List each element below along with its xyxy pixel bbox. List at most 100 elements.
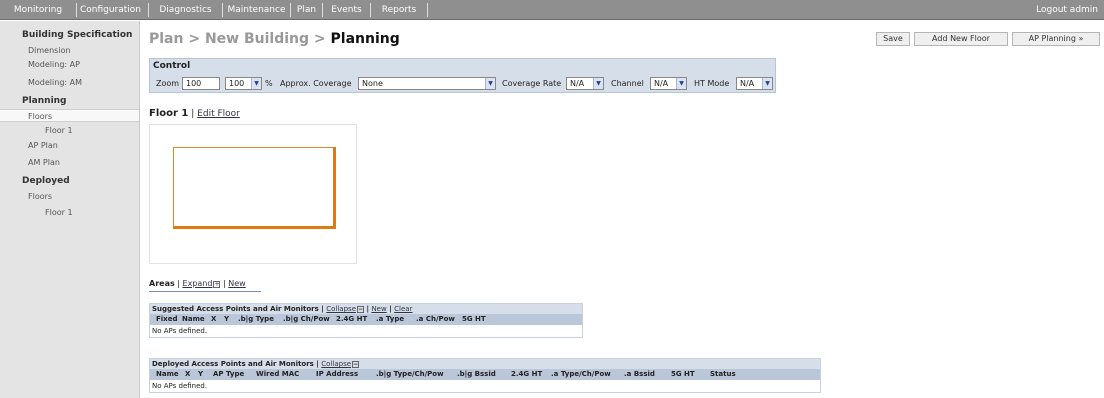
zoom-select[interactable]: 100 ▼ xyxy=(225,77,262,90)
breadcrumb-separator: > xyxy=(183,31,205,47)
sidebar-item-floors[interactable]: Floors xyxy=(0,109,139,122)
chevron-down-icon: ▼ xyxy=(593,78,603,89)
edit-floor-link[interactable]: Edit Floor xyxy=(197,109,240,119)
channel-label: Channel xyxy=(611,79,644,88)
sidebar-item-modeling-am[interactable]: Modeling: AM xyxy=(0,76,139,89)
nav-monitoring[interactable]: Monitoring xyxy=(0,3,76,17)
column-header[interactable]: X xyxy=(211,314,216,325)
column-header[interactable]: IP Address xyxy=(316,369,358,380)
suggested-ap-table: Suggested Access Points and Air Monitors… xyxy=(149,303,583,338)
percent-label: % xyxy=(265,79,273,88)
areas-title: Areas xyxy=(149,279,175,288)
divider xyxy=(149,291,261,292)
breadcrumb-new-building[interactable]: New Building xyxy=(205,31,309,47)
column-header[interactable]: AP Type xyxy=(213,369,244,380)
breadcrumb-plan[interactable]: Plan xyxy=(149,31,183,47)
column-header[interactable]: Fixed xyxy=(156,314,177,325)
new-ap-link[interactable]: New xyxy=(371,305,386,313)
suggested-ap-title-bar: Suggested Access Points and Air Monitors… xyxy=(150,304,582,314)
collapse-icon[interactable]: − xyxy=(352,361,360,368)
sidebar: Building Specification Dimension Modelin… xyxy=(0,21,140,398)
floor-heading: Floor 1 | Edit Floor xyxy=(149,108,240,119)
suggested-ap-title: Suggested Access Points and Air Monitors xyxy=(152,305,319,313)
nav-diagnostics[interactable]: Diagnostics xyxy=(148,3,222,17)
column-header[interactable]: 2.4G HT xyxy=(336,314,367,325)
ap-planning-button[interactable]: AP Planning » xyxy=(1012,32,1100,46)
nav-reports[interactable]: Reports xyxy=(370,3,428,17)
sidebar-item-am-plan[interactable]: AM Plan xyxy=(0,156,139,169)
floor-outline[interactable] xyxy=(173,147,336,229)
column-header[interactable]: .b|g Ch/Pow xyxy=(283,314,330,325)
nav-plan[interactable]: Plan xyxy=(290,3,322,17)
zoom-input[interactable]: 100 xyxy=(182,77,220,90)
separator: | xyxy=(321,305,324,313)
column-header[interactable]: .a Type/Ch/Pow xyxy=(551,369,611,380)
column-header[interactable]: .b|g Type xyxy=(238,314,274,325)
add-new-floor-button[interactable]: Add New Floor xyxy=(914,32,1008,46)
expand-link[interactable]: Expand xyxy=(183,279,213,288)
column-header[interactable]: .a Type xyxy=(376,314,404,325)
sidebar-item-floor-1[interactable]: Floor 1 xyxy=(0,124,139,137)
expand-icon[interactable]: + xyxy=(213,281,221,288)
control-title: Control xyxy=(153,61,191,71)
sidebar-heading-planning[interactable]: Planning xyxy=(22,96,67,106)
column-header[interactable]: 5G HT xyxy=(671,369,695,380)
collapse-link[interactable]: Collapse xyxy=(321,360,351,368)
new-area-link[interactable]: New xyxy=(228,279,245,288)
column-header[interactable]: 2.4G HT xyxy=(511,369,542,380)
deployed-ap-table: Deployed Access Points and Air Monitors … xyxy=(149,358,821,393)
sidebar-item-modeling-ap[interactable]: Modeling: AP xyxy=(0,58,139,71)
floor-canvas[interactable] xyxy=(149,124,357,264)
column-header[interactable]: .b|g Type/Ch/Pow xyxy=(376,369,444,380)
separator: | xyxy=(223,279,226,288)
save-button[interactable]: Save xyxy=(876,32,910,46)
coverage-label: Approx. Coverage xyxy=(280,79,352,88)
column-header[interactable]: Name xyxy=(182,314,205,325)
sidebar-item-deployed-floors[interactable]: Floors xyxy=(0,190,139,203)
sidebar-heading-deployed[interactable]: Deployed xyxy=(22,176,70,186)
column-header[interactable]: Y xyxy=(198,369,203,380)
column-header[interactable]: .a Bssid xyxy=(624,369,655,380)
logout-link[interactable]: Logout admin xyxy=(1036,3,1098,17)
sidebar-item-deployed-floor-1[interactable]: Floor 1 xyxy=(0,206,139,219)
column-header[interactable]: 5G HT xyxy=(462,314,486,325)
collapse-icon[interactable]: − xyxy=(357,306,364,313)
separator: | xyxy=(316,360,319,368)
column-header[interactable]: .a Ch/Pow xyxy=(416,314,455,325)
top-nav-bar: Monitoring Configuration Diagnostics Mai… xyxy=(0,0,1104,20)
nav-configuration[interactable]: Configuration xyxy=(76,3,144,17)
table-header: Fixed Name X Y .b|g Type .b|g Ch/Pow 2.4… xyxy=(150,314,582,325)
coverage-select[interactable]: None ▼ xyxy=(358,77,496,90)
channel-select[interactable]: N/A ▼ xyxy=(650,77,687,90)
chevron-down-icon: ▼ xyxy=(485,78,495,89)
nav-maintenance[interactable]: Maintenance xyxy=(222,3,290,17)
chevron-down-icon: ▼ xyxy=(251,78,261,89)
column-header[interactable]: .b|g Bssid xyxy=(457,369,496,380)
separator: | xyxy=(389,305,392,313)
deployed-ap-title: Deployed Access Points and Air Monitors xyxy=(152,360,314,368)
empty-table-message: No APs defined. xyxy=(150,380,820,392)
breadcrumb-current: Planning xyxy=(330,31,400,47)
collapse-link[interactable]: Collapse xyxy=(326,305,356,313)
sidebar-item-dimension[interactable]: Dimension xyxy=(0,44,139,57)
table-header: Name X Y AP Type Wired MAC IP Address .b… xyxy=(150,369,820,380)
coverage-rate-value: N/A xyxy=(570,79,585,88)
separator: | xyxy=(177,279,180,288)
sidebar-item-ap-plan[interactable]: AP Plan xyxy=(0,139,139,152)
ht-mode-select[interactable]: N/A ▼ xyxy=(736,77,773,90)
clear-link[interactable]: Clear xyxy=(394,305,412,313)
empty-table-message: No APs defined. xyxy=(150,325,582,337)
chevron-down-icon: ▼ xyxy=(676,78,686,89)
column-header[interactable]: X xyxy=(185,369,190,380)
column-header[interactable]: Status xyxy=(710,369,736,380)
sidebar-heading-building-spec[interactable]: Building Specification xyxy=(22,30,132,40)
column-header[interactable]: Name xyxy=(156,369,179,380)
zoom-label: Zoom xyxy=(156,79,180,88)
ht-mode-label: HT Mode xyxy=(694,79,730,88)
nav-events[interactable]: Events xyxy=(322,3,370,17)
column-header[interactable]: Y xyxy=(224,314,229,325)
column-header[interactable]: Wired MAC xyxy=(256,369,299,380)
coverage-rate-select[interactable]: N/A ▼ xyxy=(566,77,604,90)
areas-heading: Areas | Expand + | New xyxy=(149,279,246,288)
floor-title: Floor 1 xyxy=(149,108,189,119)
